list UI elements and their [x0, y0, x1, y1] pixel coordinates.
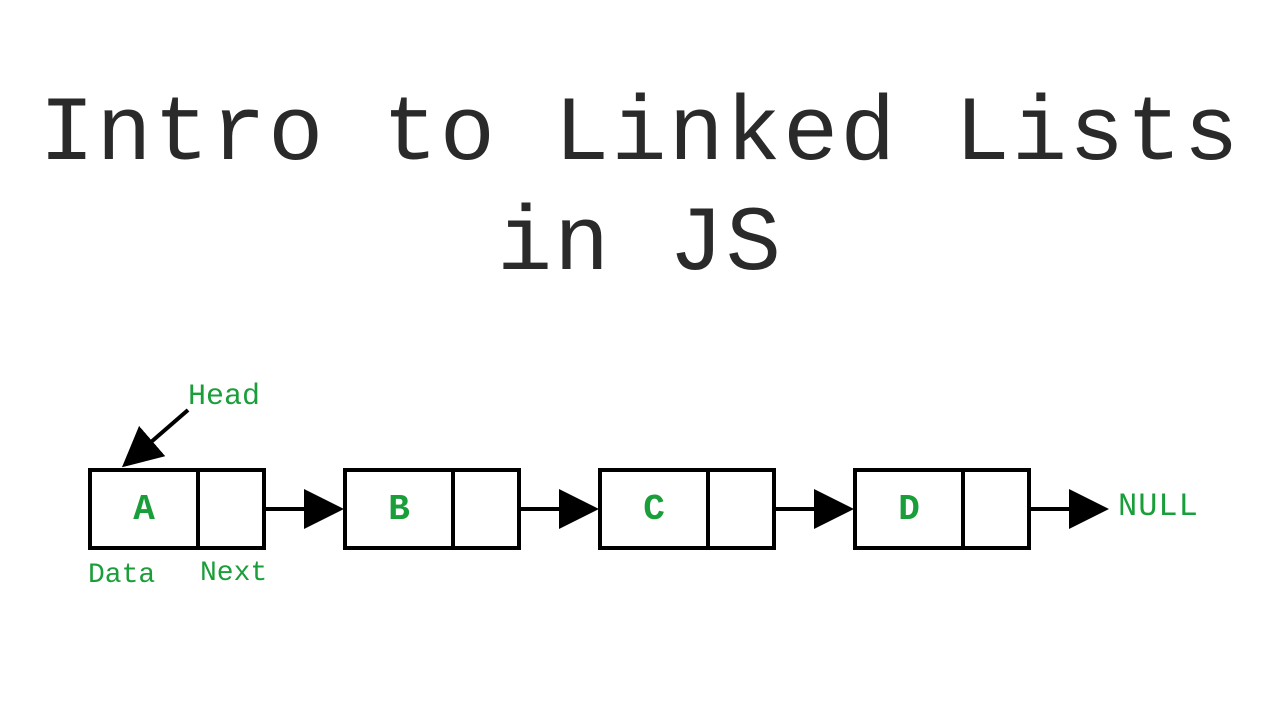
- head-arrow-icon: [128, 410, 188, 462]
- node-a: A: [88, 468, 266, 550]
- diagram-title: Intro to Linked Lists in JS: [0, 80, 1280, 301]
- node-a-next: [200, 472, 262, 546]
- node-b-next: [455, 472, 517, 546]
- node-d: D: [853, 468, 1031, 550]
- node-b: B: [343, 468, 521, 550]
- null-label: NULL: [1118, 488, 1199, 525]
- node-c-next: [710, 472, 772, 546]
- node-b-data: B: [347, 472, 455, 546]
- head-label: Head: [188, 380, 260, 414]
- linked-list-diagram: Head A B C D Data Next NULL: [0, 370, 1280, 630]
- node-d-next: [965, 472, 1027, 546]
- node-c: C: [598, 468, 776, 550]
- node-d-data: D: [857, 472, 965, 546]
- node-c-data: C: [602, 472, 710, 546]
- next-column-label: Next: [200, 558, 267, 589]
- node-a-data: A: [92, 472, 200, 546]
- data-column-label: Data: [88, 560, 155, 591]
